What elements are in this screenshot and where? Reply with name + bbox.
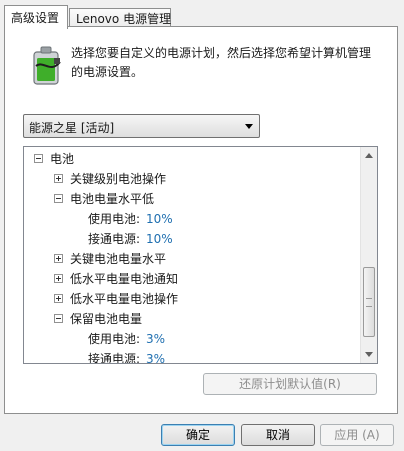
tab-advanced-settings[interactable]: 高级设置 xyxy=(4,5,68,29)
cancel-button[interactable]: 取消 xyxy=(241,424,315,446)
expand-icon[interactable] xyxy=(54,174,63,183)
collapse-icon[interactable] xyxy=(34,154,43,163)
expand-icon[interactable] xyxy=(54,274,63,283)
power-settings-tree[interactable]: 电池 关键级别电池操作 电池电量水平低 使用电池: 10% 接通电源: 10% … xyxy=(23,146,378,364)
reserve-plugged-in-value[interactable]: 3% xyxy=(146,349,165,363)
restore-defaults-button[interactable]: 还原计划默认值(R) xyxy=(203,373,377,395)
power-plan-select[interactable]: 能源之星 [活动] xyxy=(23,114,260,138)
description-line-1: 选择您要自定义的电源计划，然后选择您希望计算机管理 xyxy=(71,46,372,60)
tab-lenovo-power-management[interactable]: Lenovo 电源管理 xyxy=(69,8,171,27)
power-plan-selected: 能源之星 [活动] xyxy=(29,121,115,135)
reserve-on-battery-value[interactable]: 3% xyxy=(146,329,165,349)
ok-button[interactable]: 确定 xyxy=(161,424,235,446)
chevron-down-icon[interactable] xyxy=(245,124,253,129)
expand-icon[interactable] xyxy=(54,254,63,263)
plan-description: 选择您要自定义的电源计划，然后选择您希望计算机管理 的电源设置。 xyxy=(71,44,371,82)
collapse-icon[interactable] xyxy=(54,314,63,323)
low-on-battery-value[interactable]: 10% xyxy=(146,209,173,229)
battery-icon xyxy=(33,46,61,85)
expand-icon[interactable] xyxy=(54,294,63,303)
low-plugged-in-value[interactable]: 10% xyxy=(146,229,173,249)
scroll-up-icon[interactable] xyxy=(365,153,373,158)
scroll-down-icon[interactable] xyxy=(365,352,373,357)
apply-button[interactable]: 应用 (A) xyxy=(320,424,394,446)
collapse-icon[interactable] xyxy=(54,194,63,203)
tree-scrollbar[interactable] xyxy=(360,147,377,363)
description-line-2: 的电源设置。 xyxy=(71,65,144,79)
scrollbar-thumb[interactable] xyxy=(363,267,375,337)
